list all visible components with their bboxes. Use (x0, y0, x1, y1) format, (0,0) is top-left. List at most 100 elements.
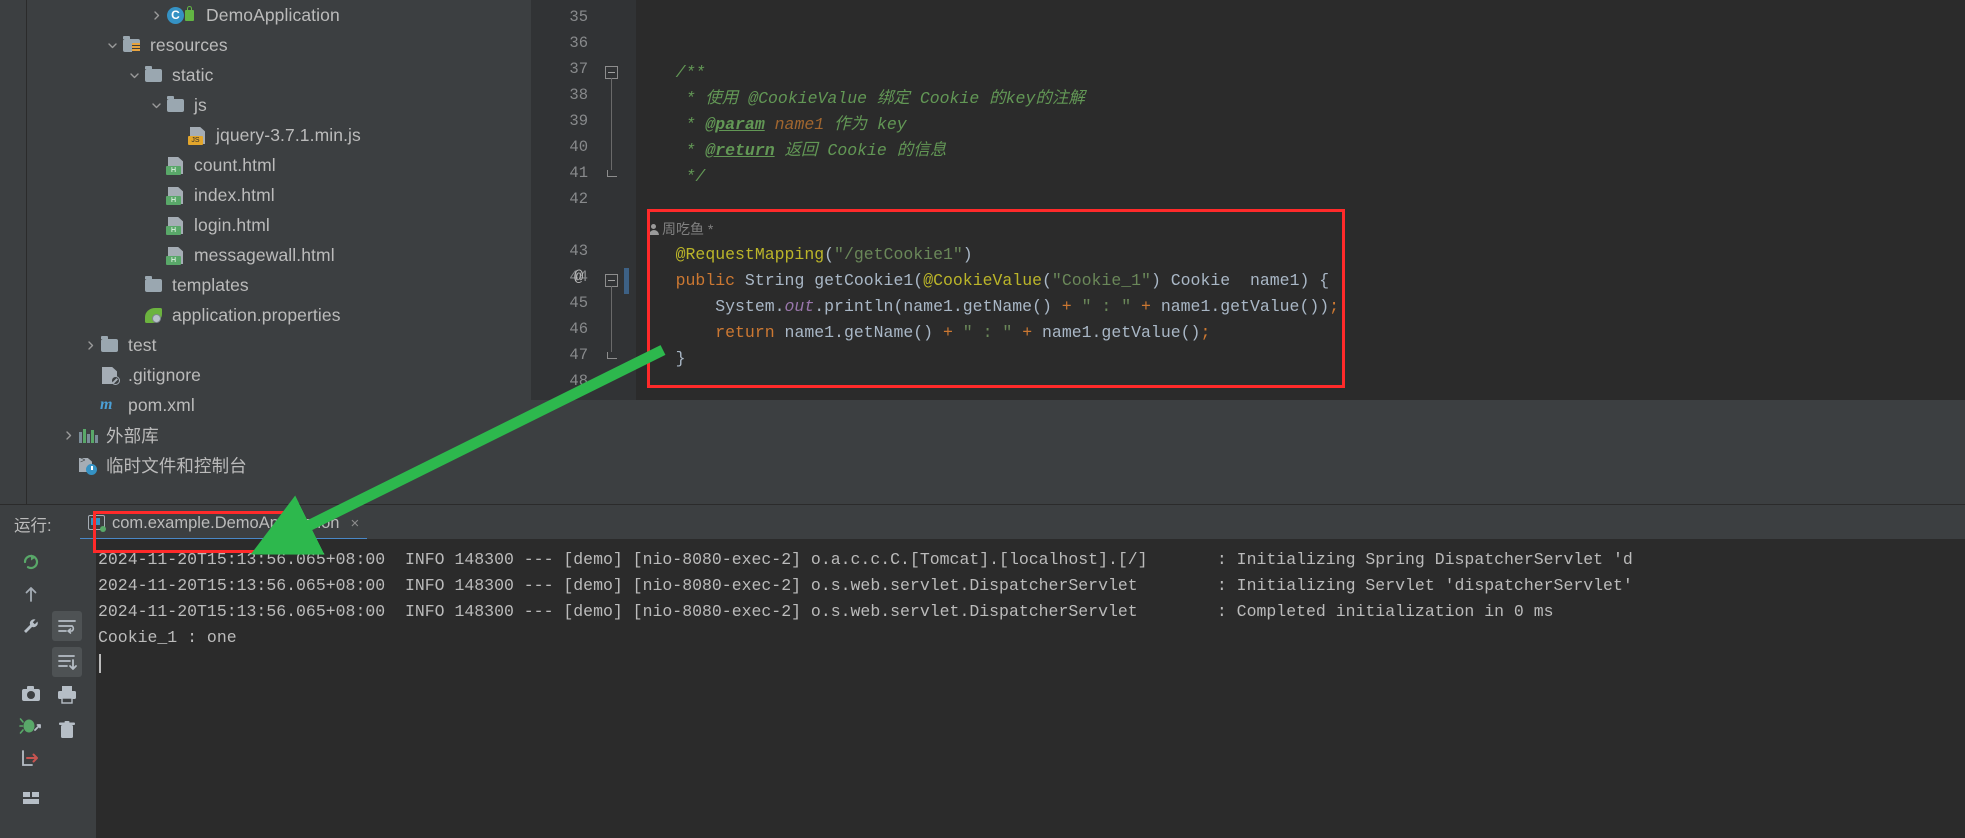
person-icon (648, 224, 659, 236)
code-token: name1.getValue() (1032, 323, 1201, 342)
fold-end-icon[interactable] (607, 170, 617, 177)
line-number: 41 (569, 164, 588, 182)
tree-item-label: application.properties (172, 304, 341, 325)
chevron-down-icon[interactable] (125, 70, 143, 81)
code-token: @param (705, 115, 765, 134)
intellij-idea-window: DemoApplication resources static js JS jquery… (0, 0, 1965, 838)
console-line: 2024-11-20T15:13:56.065+08:00 INFO 14830… (98, 550, 1633, 569)
external-libraries-icon (77, 425, 99, 445)
line-number: 48 (569, 372, 588, 390)
debug-button[interactable] (16, 711, 46, 741)
java-class-run-icon (165, 5, 199, 25)
tree-item-label: static (172, 64, 214, 85)
run-tab-label: com.example.DemoApplication (112, 513, 340, 532)
code-token: 作为 key (824, 115, 907, 134)
line-number: 45 (569, 294, 588, 312)
code-token: } (636, 349, 686, 368)
stop-button[interactable] (16, 647, 46, 677)
chevron-right-icon[interactable] (147, 10, 165, 21)
editor-code-area[interactable]: /** * 使用 @CookieValue 绑定 Cookie 的key的注解 … (636, 0, 1965, 400)
layout-button[interactable] (16, 783, 46, 813)
line-number: 43 (569, 242, 588, 260)
tree-item-label: resources (150, 34, 228, 55)
line-number: 37 (569, 60, 588, 78)
code-line[interactable]: @RequestMapping("/getCookie1") (636, 242, 973, 268)
code-token: + (942, 323, 953, 342)
code-token: .println(name1.getName() (814, 297, 1062, 316)
chevron-right-icon[interactable] (81, 340, 99, 351)
code-line[interactable]: * @param name1 作为 key (636, 112, 907, 138)
folder-icon (143, 275, 165, 295)
line-number: 42 (569, 190, 588, 208)
fold-guide-line (611, 78, 612, 170)
chevron-down-icon[interactable] (103, 40, 121, 51)
tree-item-label: login.html (194, 214, 270, 235)
tree-item[interactable]: 外部库 (27, 420, 657, 450)
run-window-label: 运行: (14, 517, 52, 535)
code-line[interactable]: return name1.getName() + " : " + name1.g… (636, 320, 1210, 346)
tree-item-label: 外部库 (106, 425, 159, 446)
tree-item-label: templates (172, 274, 249, 295)
run-tab-demo-application[interactable]: com.example.DemoApplication × (80, 508, 368, 541)
run-tool-window: 运行: com.example.DemoApplication × 2024-1… (0, 504, 1965, 838)
console-output[interactable]: 2024-11-20T15:13:56.065+08:00 INFO 14830… (96, 539, 1965, 838)
spring-properties-icon (143, 305, 165, 325)
soft-wrap-button[interactable] (52, 611, 82, 641)
code-line[interactable]: * @return 返回 Cookie 的信息 (636, 138, 947, 164)
line-number: 46 (569, 320, 588, 338)
close-icon[interactable]: × (350, 516, 359, 531)
html-file-icon: H (165, 245, 187, 265)
scroll-to-end-button[interactable] (52, 647, 82, 677)
code-token: System. (636, 297, 785, 316)
code-line[interactable]: */ (636, 164, 706, 190)
code-token: /** (675, 63, 706, 82)
code-token: + (1141, 297, 1151, 316)
gutter-annotation-marker[interactable]: @ (574, 268, 583, 286)
code-token: return (715, 323, 775, 342)
code-line[interactable]: * 使用 @CookieValue 绑定 Cookie 的key的注解 (636, 86, 1085, 112)
fold-end-icon[interactable] (607, 352, 617, 359)
code-token: name1.getName() (774, 323, 943, 342)
print-button[interactable] (52, 679, 82, 709)
chevron-down-icon[interactable] (147, 100, 165, 111)
scroll-up-button[interactable] (16, 579, 46, 609)
code-token: " : " (962, 323, 1013, 342)
code-line[interactable]: /** (636, 60, 706, 86)
export-button[interactable] (16, 743, 46, 773)
code-token: ) (962, 245, 973, 264)
tree-item-label: DemoApplication (206, 4, 340, 25)
console-toolbar[interactable] (0, 539, 96, 838)
scratches-consoles-icon (77, 455, 99, 475)
rerun-button[interactable] (16, 547, 46, 577)
settings-button[interactable] (16, 611, 46, 641)
code-token: ( (824, 245, 835, 264)
camera-button[interactable] (16, 679, 46, 709)
chevron-right-icon[interactable] (59, 430, 77, 441)
console-line: 2024-11-20T15:13:56.065+08:00 INFO 14830… (98, 576, 1633, 595)
console-caret (99, 654, 101, 673)
tree-item-label: index.html (194, 184, 275, 205)
trash-button[interactable] (52, 715, 82, 745)
maven-file-icon: m (100, 396, 113, 413)
html-file-icon: H (165, 155, 187, 175)
code-token: ; (1329, 297, 1340, 316)
code-editor[interactable]: 35 36 37 38 39 40 41 42 43 44 @45 46 47 48 /** * 使用 @… (531, 0, 1965, 400)
tree-item-label: js (194, 94, 207, 115)
tree-item-label: 临时文件和控制台 (106, 455, 247, 476)
code-line[interactable]: public String getCookie1(@CookieValue("C… (636, 268, 1330, 294)
code-line[interactable]: } (636, 346, 686, 372)
line-number: 40 (569, 138, 588, 156)
code-token: "Cookie_1" (1051, 271, 1151, 290)
editor-gutter[interactable]: 35 36 37 38 39 40 41 42 43 44 @45 46 47 48 (531, 0, 636, 400)
folder-icon (143, 65, 165, 85)
code-token: @RequestMapping (675, 245, 825, 264)
code-token: "/getCookie1" (834, 245, 963, 264)
left-tool-strip (0, 0, 27, 510)
code-line[interactable]: System.out.println(name1.getName() + " :… (636, 294, 1339, 320)
tree-item[interactable]: 临时文件和控制台 (27, 450, 657, 480)
